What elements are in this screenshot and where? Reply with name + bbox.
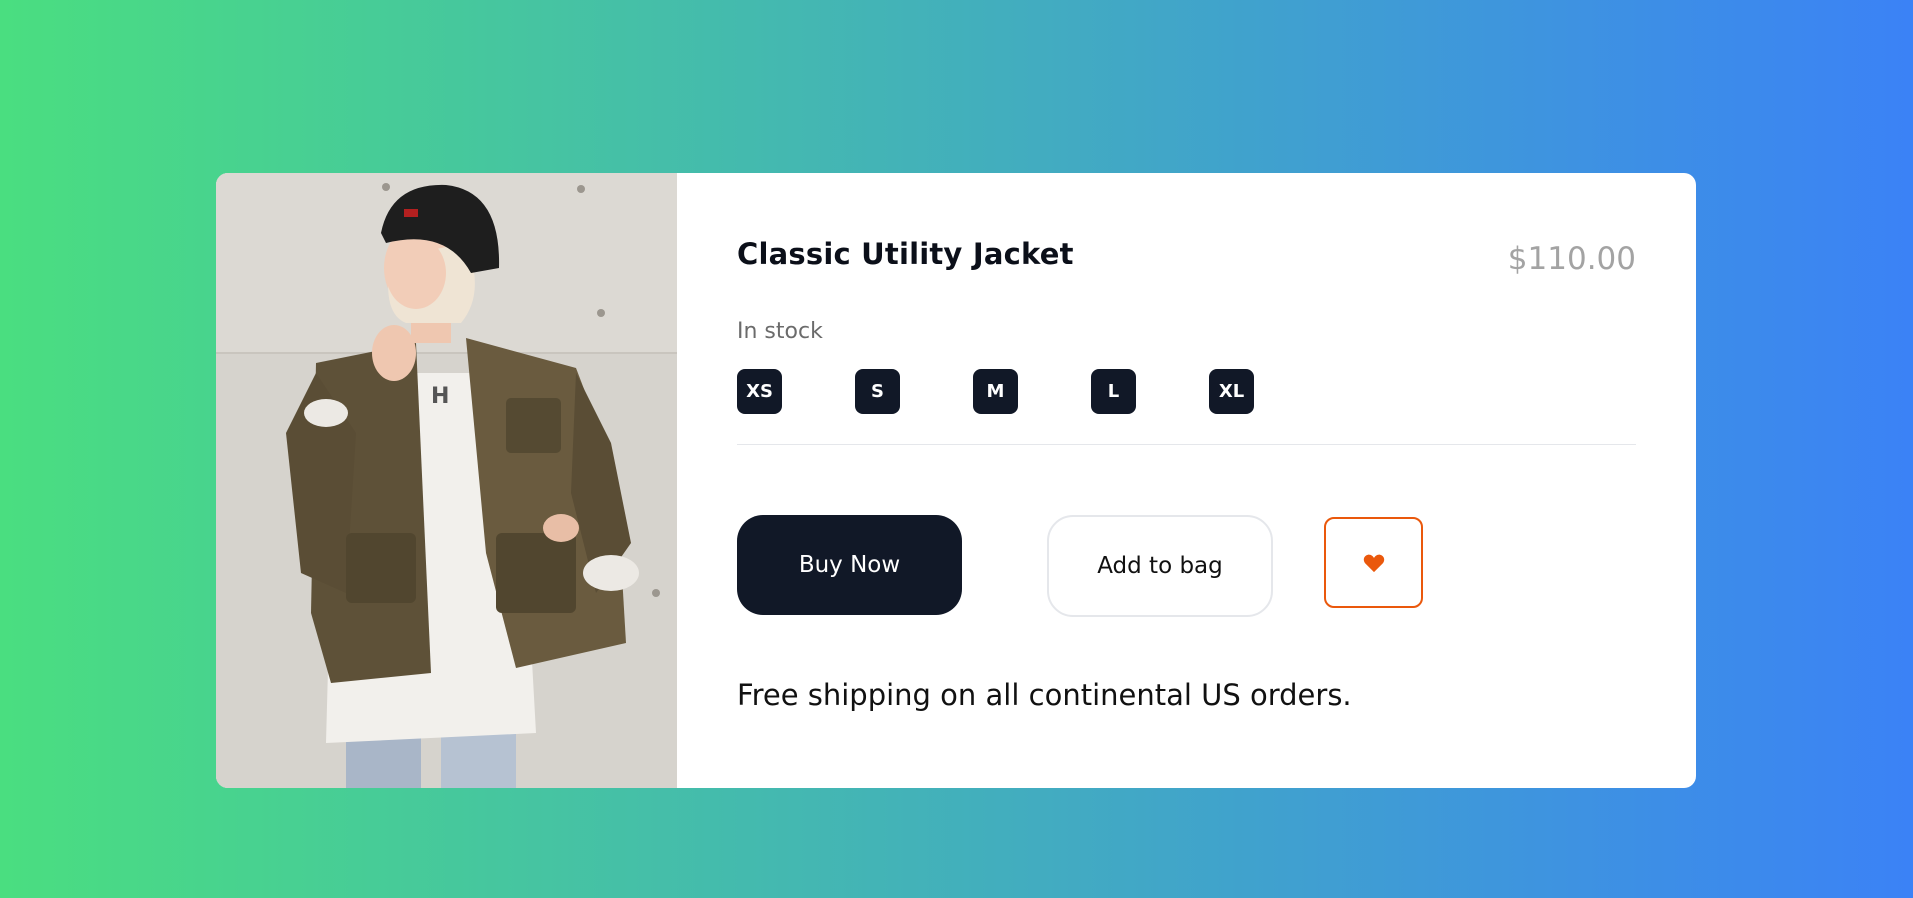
shipping-note: Free shipping on all continental US orde… bbox=[737, 678, 1352, 712]
buy-now-button[interactable]: Buy Now bbox=[737, 515, 962, 615]
size-option-xs[interactable]: XS bbox=[737, 369, 782, 414]
heart-icon bbox=[1363, 554, 1384, 572]
size-selector: XS S M L XL bbox=[737, 369, 1327, 414]
product-photo: H bbox=[216, 173, 677, 788]
size-option-xl[interactable]: XL bbox=[1209, 369, 1254, 414]
size-option-l[interactable]: L bbox=[1091, 369, 1136, 414]
product-price: $110.00 bbox=[1507, 241, 1636, 277]
favorite-button[interactable] bbox=[1324, 517, 1423, 608]
product-photo-illustration: H bbox=[216, 173, 677, 788]
stock-status: In stock bbox=[737, 319, 823, 344]
size-option-s[interactable]: S bbox=[855, 369, 900, 414]
size-option-m[interactable]: M bbox=[973, 369, 1018, 414]
product-info: Classic Utility Jacket $110.00 In stock … bbox=[677, 173, 1696, 788]
svg-text:H: H bbox=[431, 384, 449, 409]
product-card: H Classic Utility Jacket $110.00 In stoc… bbox=[216, 173, 1696, 788]
add-to-bag-button[interactable]: Add to bag bbox=[1047, 515, 1273, 617]
product-title: Classic Utility Jacket bbox=[737, 237, 1074, 271]
divider bbox=[737, 444, 1636, 445]
